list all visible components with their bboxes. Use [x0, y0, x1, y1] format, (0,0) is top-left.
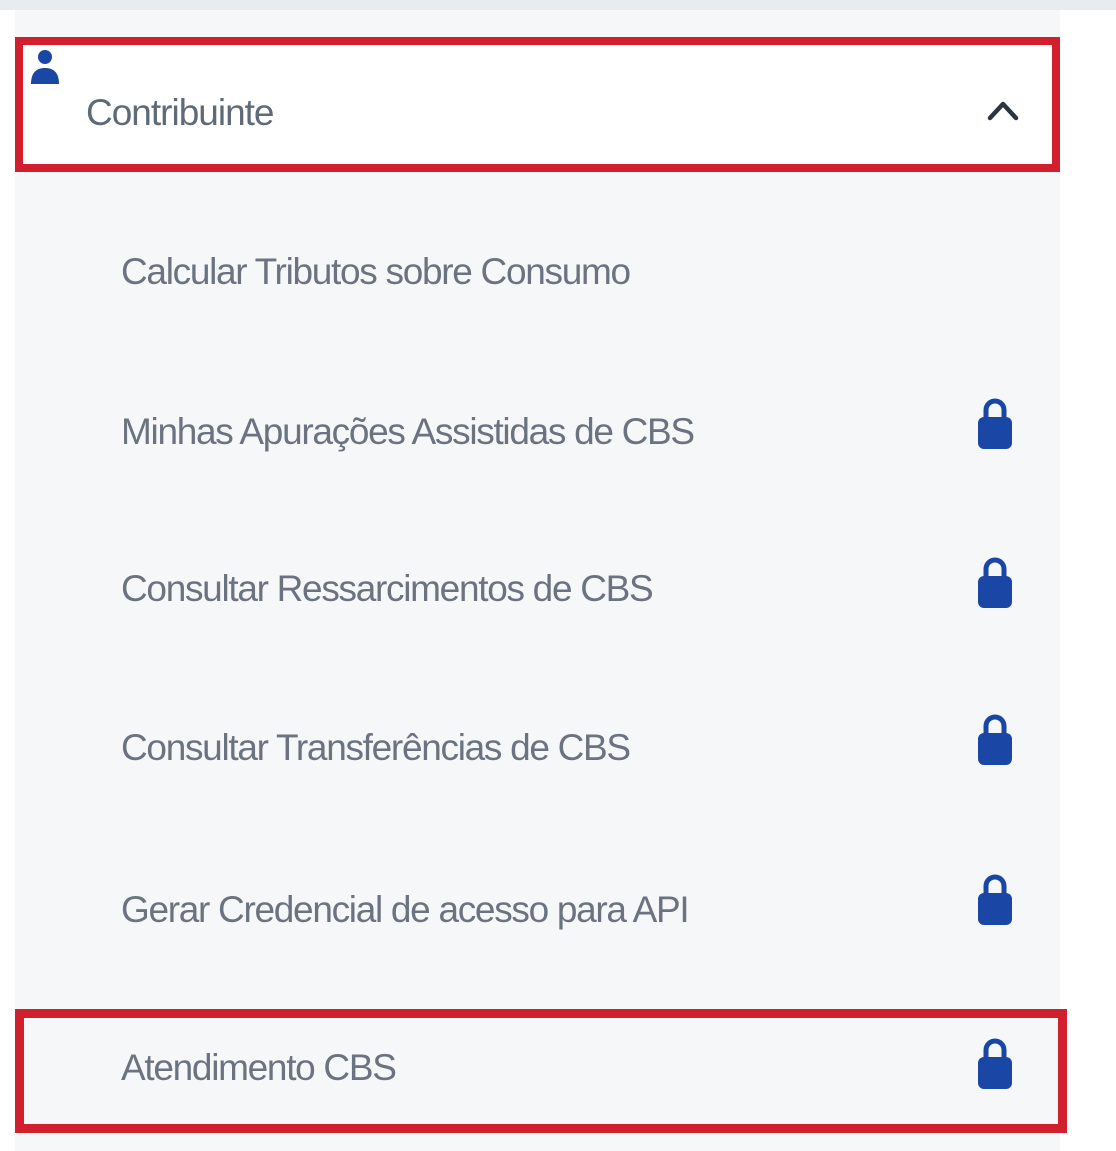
menu-item-gerar-credencial[interactable]: Gerar Credencial de acesso para API [15, 832, 1060, 982]
menu-item-label: Calcular Tributos sobre Consumo [121, 251, 631, 292]
lock-icon [978, 557, 1012, 608]
lock-icon [978, 874, 1012, 925]
lock-icon [978, 714, 1012, 765]
menu-item-label: Consultar Transferências de CBS [121, 727, 631, 768]
chevron-up-icon[interactable] [986, 98, 1020, 122]
menu-item-atendimento-cbs[interactable]: Atendimento CBS [15, 1009, 1060, 1133]
lock-icon [978, 1038, 1012, 1089]
menu-item-label: Atendimento CBS [121, 1047, 397, 1088]
menu-item-calcular-tributos[interactable]: Calcular Tributos sobre Consumo [15, 197, 1060, 347]
menu-item-label: Minhas Apurações Assistidas de CBS [121, 411, 695, 452]
top-strip [0, 0, 1116, 10]
menu-item-label: Gerar Credencial de acesso para API [121, 889, 690, 930]
menu-item-consultar-transferencias[interactable]: Consultar Transferências de CBS [15, 672, 1060, 822]
lock-icon [978, 398, 1012, 449]
contribuinte-label: Contribuinte [86, 92, 275, 133]
menu-item-label: Consultar Ressarcimentos de CBS [121, 568, 654, 609]
menu-item-minhas-apuracoes[interactable]: Minhas Apurações Assistidas de CBS [15, 355, 1060, 505]
user-icon [31, 50, 59, 84]
menu-item-consultar-ressarcimentos[interactable]: Consultar Ressarcimentos de CBS [15, 513, 1060, 663]
